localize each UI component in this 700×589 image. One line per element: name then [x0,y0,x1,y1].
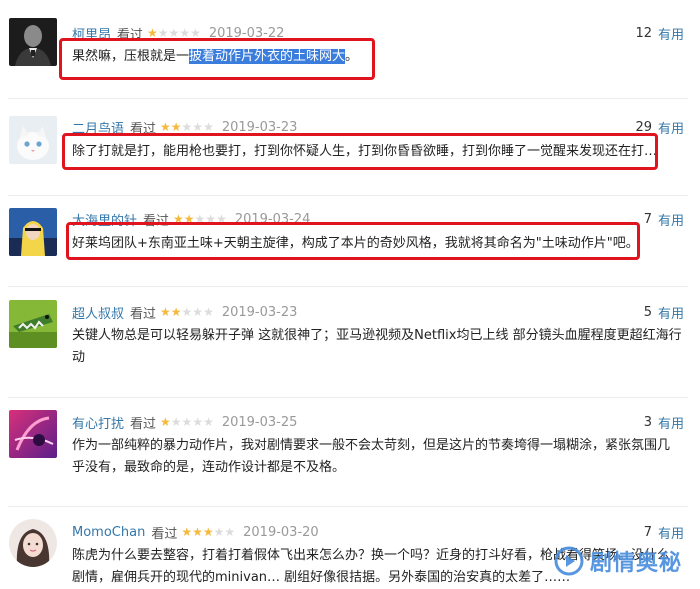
review-content: 作为一部纯粹的暴力动作片，我对剧情要求一般不会太苛刻，但是这片的节奏垮得一塌糊涂… [72,435,682,479]
review-meta: MomoChan 看过 ★★★★★ 2019-03-20 [72,523,319,542]
watched-label: 看过 [130,306,157,322]
watched-label: 看过 [130,121,157,137]
username-link[interactable]: 二月鸟语 [72,118,124,137]
avatar[interactable] [9,18,57,66]
review-item: 有心打扰 看过 ★★★★★ 2019-03-25 3 有用 作为一部纯粹的暴力动… [0,398,700,506]
play-logo-icon [554,546,584,576]
rating-stars: ★★★★★ [160,415,214,429]
vote-area: 3 有用 [643,413,684,432]
username-link[interactable]: 柯里昂 [72,24,111,43]
vote-area: 5 有用 [643,303,684,322]
username-link[interactable]: 大海里的针 [72,210,137,229]
review-date: 2019-03-20 [243,524,319,540]
avatar[interactable] [9,300,57,348]
avatar[interactable] [9,519,57,567]
review-date: 2019-03-25 [221,414,298,430]
review-text: 关键人物总是可以轻易躲开子弹 这就很神了；亚马逊视频及Netflix均已上线 部… [72,328,682,365]
review-item: 柯里昂 看过 ★★★★★ 2019-03-22 12 有用 果然嘛，压根就是一披… [0,0,700,98]
useful-button[interactable]: 有用 [658,210,684,229]
review-date: 2019-03-22 [208,25,285,41]
useful-button[interactable]: 有用 [658,24,684,43]
review-text: 好莱坞团队+东南亚土味+天朝主旋律，构成了本片的奇妙风格，我就将其命名为"土味动… [72,236,639,251]
useful-button[interactable]: 有用 [658,118,684,137]
username-link[interactable]: MomoChan [72,525,145,540]
vote-count: 12 [635,25,652,41]
username-link[interactable]: 超人叔叔 [72,303,124,322]
avatar[interactable] [9,410,57,458]
selected-text: 披着动作片外衣的土味网大 [189,49,346,64]
watched-label: 看过 [117,27,144,43]
review-text: 果然嘛，压根就是一 [72,49,190,64]
vote-count: 7 [643,211,652,227]
review-text: 作为一部纯粹的暴力动作片，我对剧情要求一般不会太苛刻，但是这片的节奏垮得一塌糊涂… [72,438,671,475]
review-meta: 大海里的针 看过 ★★★★★ 2019-03-24 [72,210,311,229]
watermark-text: 剧情奥秘 [589,551,682,576]
review-meta: 超人叔叔 看过 ★★★★★ 2019-03-23 [72,303,298,322]
rating-stars: ★★★★★ [181,525,236,539]
review-date: 2019-03-24 [234,211,311,227]
review-date: 2019-03-23 [221,304,298,320]
review-meta: 二月鸟语 看过 ★★★★★ 2019-03-23 [72,118,298,137]
watched-label: 看过 [143,213,170,229]
watermark: 剧情奥秘 [554,545,682,577]
review-text-end: 。 [345,49,359,64]
vote-count: 3 [643,414,652,430]
vote-area: 7 有用 [643,210,684,229]
review-text: 除了打就是打，能用枪也要打，打到你怀疑人生，打到你昏昏欲睡，打到你睡了一觉醒来发… [72,144,657,159]
vote-count: 7 [643,524,652,540]
username-link[interactable]: 有心打扰 [72,413,124,432]
vote-count: 5 [643,304,652,320]
review-meta: 柯里昂 看过 ★★★★★ 2019-03-22 [72,24,285,43]
rating-stars: ★★★★★ [147,26,201,40]
review-content: 好莱坞团队+东南亚土味+天朝主旋律，构成了本片的奇妙风格，我就将其命名为"土味动… [72,233,682,255]
vote-count: 29 [635,119,652,135]
rating-stars: ★★★★★ [160,305,214,319]
review-content: 果然嘛，压根就是一披着动作片外衣的土味网大。 [72,46,682,68]
watched-label: 看过 [151,526,178,542]
review-item: 二月鸟语 看过 ★★★★★ 2019-03-23 29 有用 除了打就是打，能用… [0,99,700,195]
review-item: 大海里的针 看过 ★★★★★ 2019-03-24 7 有用 好莱坞团队+东南亚… [0,196,700,286]
review-item: 超人叔叔 看过 ★★★★★ 2019-03-23 5 有用 关键人物总是可以轻易… [0,287,700,397]
avatar[interactable] [9,116,57,164]
watched-label: 看过 [130,416,157,432]
review-content: 关键人物总是可以轻易躲开子弹 这就很神了；亚马逊视频及Netflix均已上线 部… [72,325,682,369]
review-meta: 有心打扰 看过 ★★★★★ 2019-03-25 [72,413,298,432]
rating-stars: ★★★★★ [160,120,214,134]
avatar[interactable] [9,208,57,256]
useful-button[interactable]: 有用 [658,413,684,432]
useful-button[interactable]: 有用 [658,303,684,322]
vote-area: 7 有用 [643,523,684,542]
useful-button[interactable]: 有用 [658,523,684,542]
vote-area: 12 有用 [635,24,684,43]
vote-area: 29 有用 [635,118,684,137]
review-date: 2019-03-23 [221,119,298,135]
review-content: 除了打就是打，能用枪也要打，打到你怀疑人生，打到你昏昏欲睡，打到你睡了一觉醒来发… [72,141,657,163]
rating-stars: ★★★★★ [173,212,227,226]
